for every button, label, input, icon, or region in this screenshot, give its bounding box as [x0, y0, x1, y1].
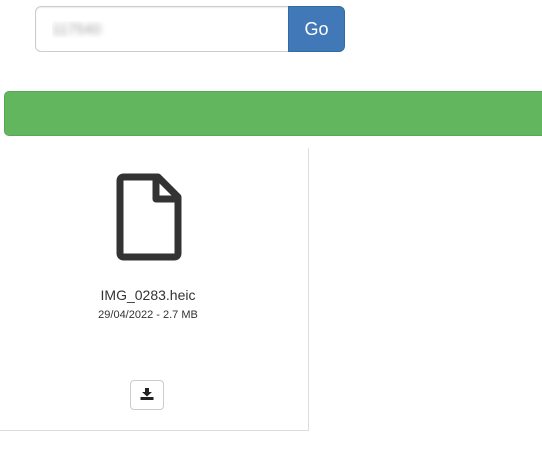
- page: Go IMG_0283.heic 29/04/2022 - 2.7 MB: [0, 0, 542, 453]
- download-icon: [140, 387, 154, 403]
- download-button[interactable]: [130, 380, 164, 410]
- status-bar: [4, 91, 542, 136]
- go-button[interactable]: Go: [288, 6, 345, 52]
- file-name: IMG_0283.heic: [100, 287, 196, 303]
- search-input[interactable]: [35, 6, 288, 52]
- file-meta: 29/04/2022 - 2.7 MB: [98, 309, 198, 321]
- file-icon: [116, 173, 182, 261]
- search-group: Go: [35, 6, 345, 52]
- file-card: IMG_0283.heic 29/04/2022 - 2.7 MB: [0, 148, 309, 431]
